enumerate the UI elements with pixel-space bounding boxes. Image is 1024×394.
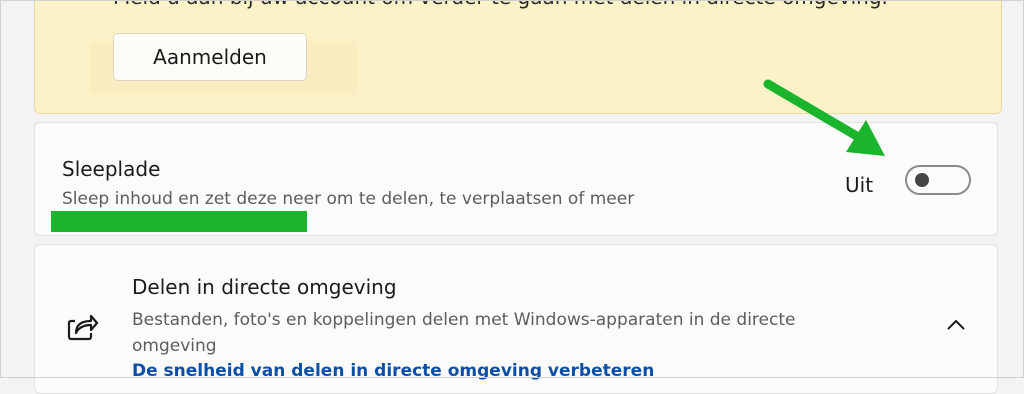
account-notice-text: Meld u aan bij uw account om verder te g… [113, 0, 888, 9]
nearby-sharing-setting[interactable]: Delen in directe omgeving Bestanden, fot… [34, 244, 998, 394]
annotation-arrow [763, 79, 885, 156]
drag-tray-toggle[interactable] [905, 165, 971, 195]
drag-tray-description: Sleep inhoud en zet deze neer om te dele… [62, 189, 635, 209]
annotation-underline [51, 211, 307, 232]
nearby-sharing-title: Delen in directe omgeving [132, 275, 397, 299]
drag-tray-toggle-state: Uit [845, 173, 874, 197]
share-icon [67, 314, 99, 341]
drag-tray-title: Sleeplade [62, 157, 161, 181]
chevron-up-icon[interactable] [945, 317, 967, 331]
signin-button[interactable]: Aanmelden [113, 33, 307, 81]
nearby-sharing-speed-link[interactable]: De snelheid van delen in directe omgevin… [132, 361, 654, 381]
nearby-sharing-description: Bestanden, foto's en koppelingen delen m… [132, 310, 796, 356]
toggle-knob [915, 173, 929, 187]
